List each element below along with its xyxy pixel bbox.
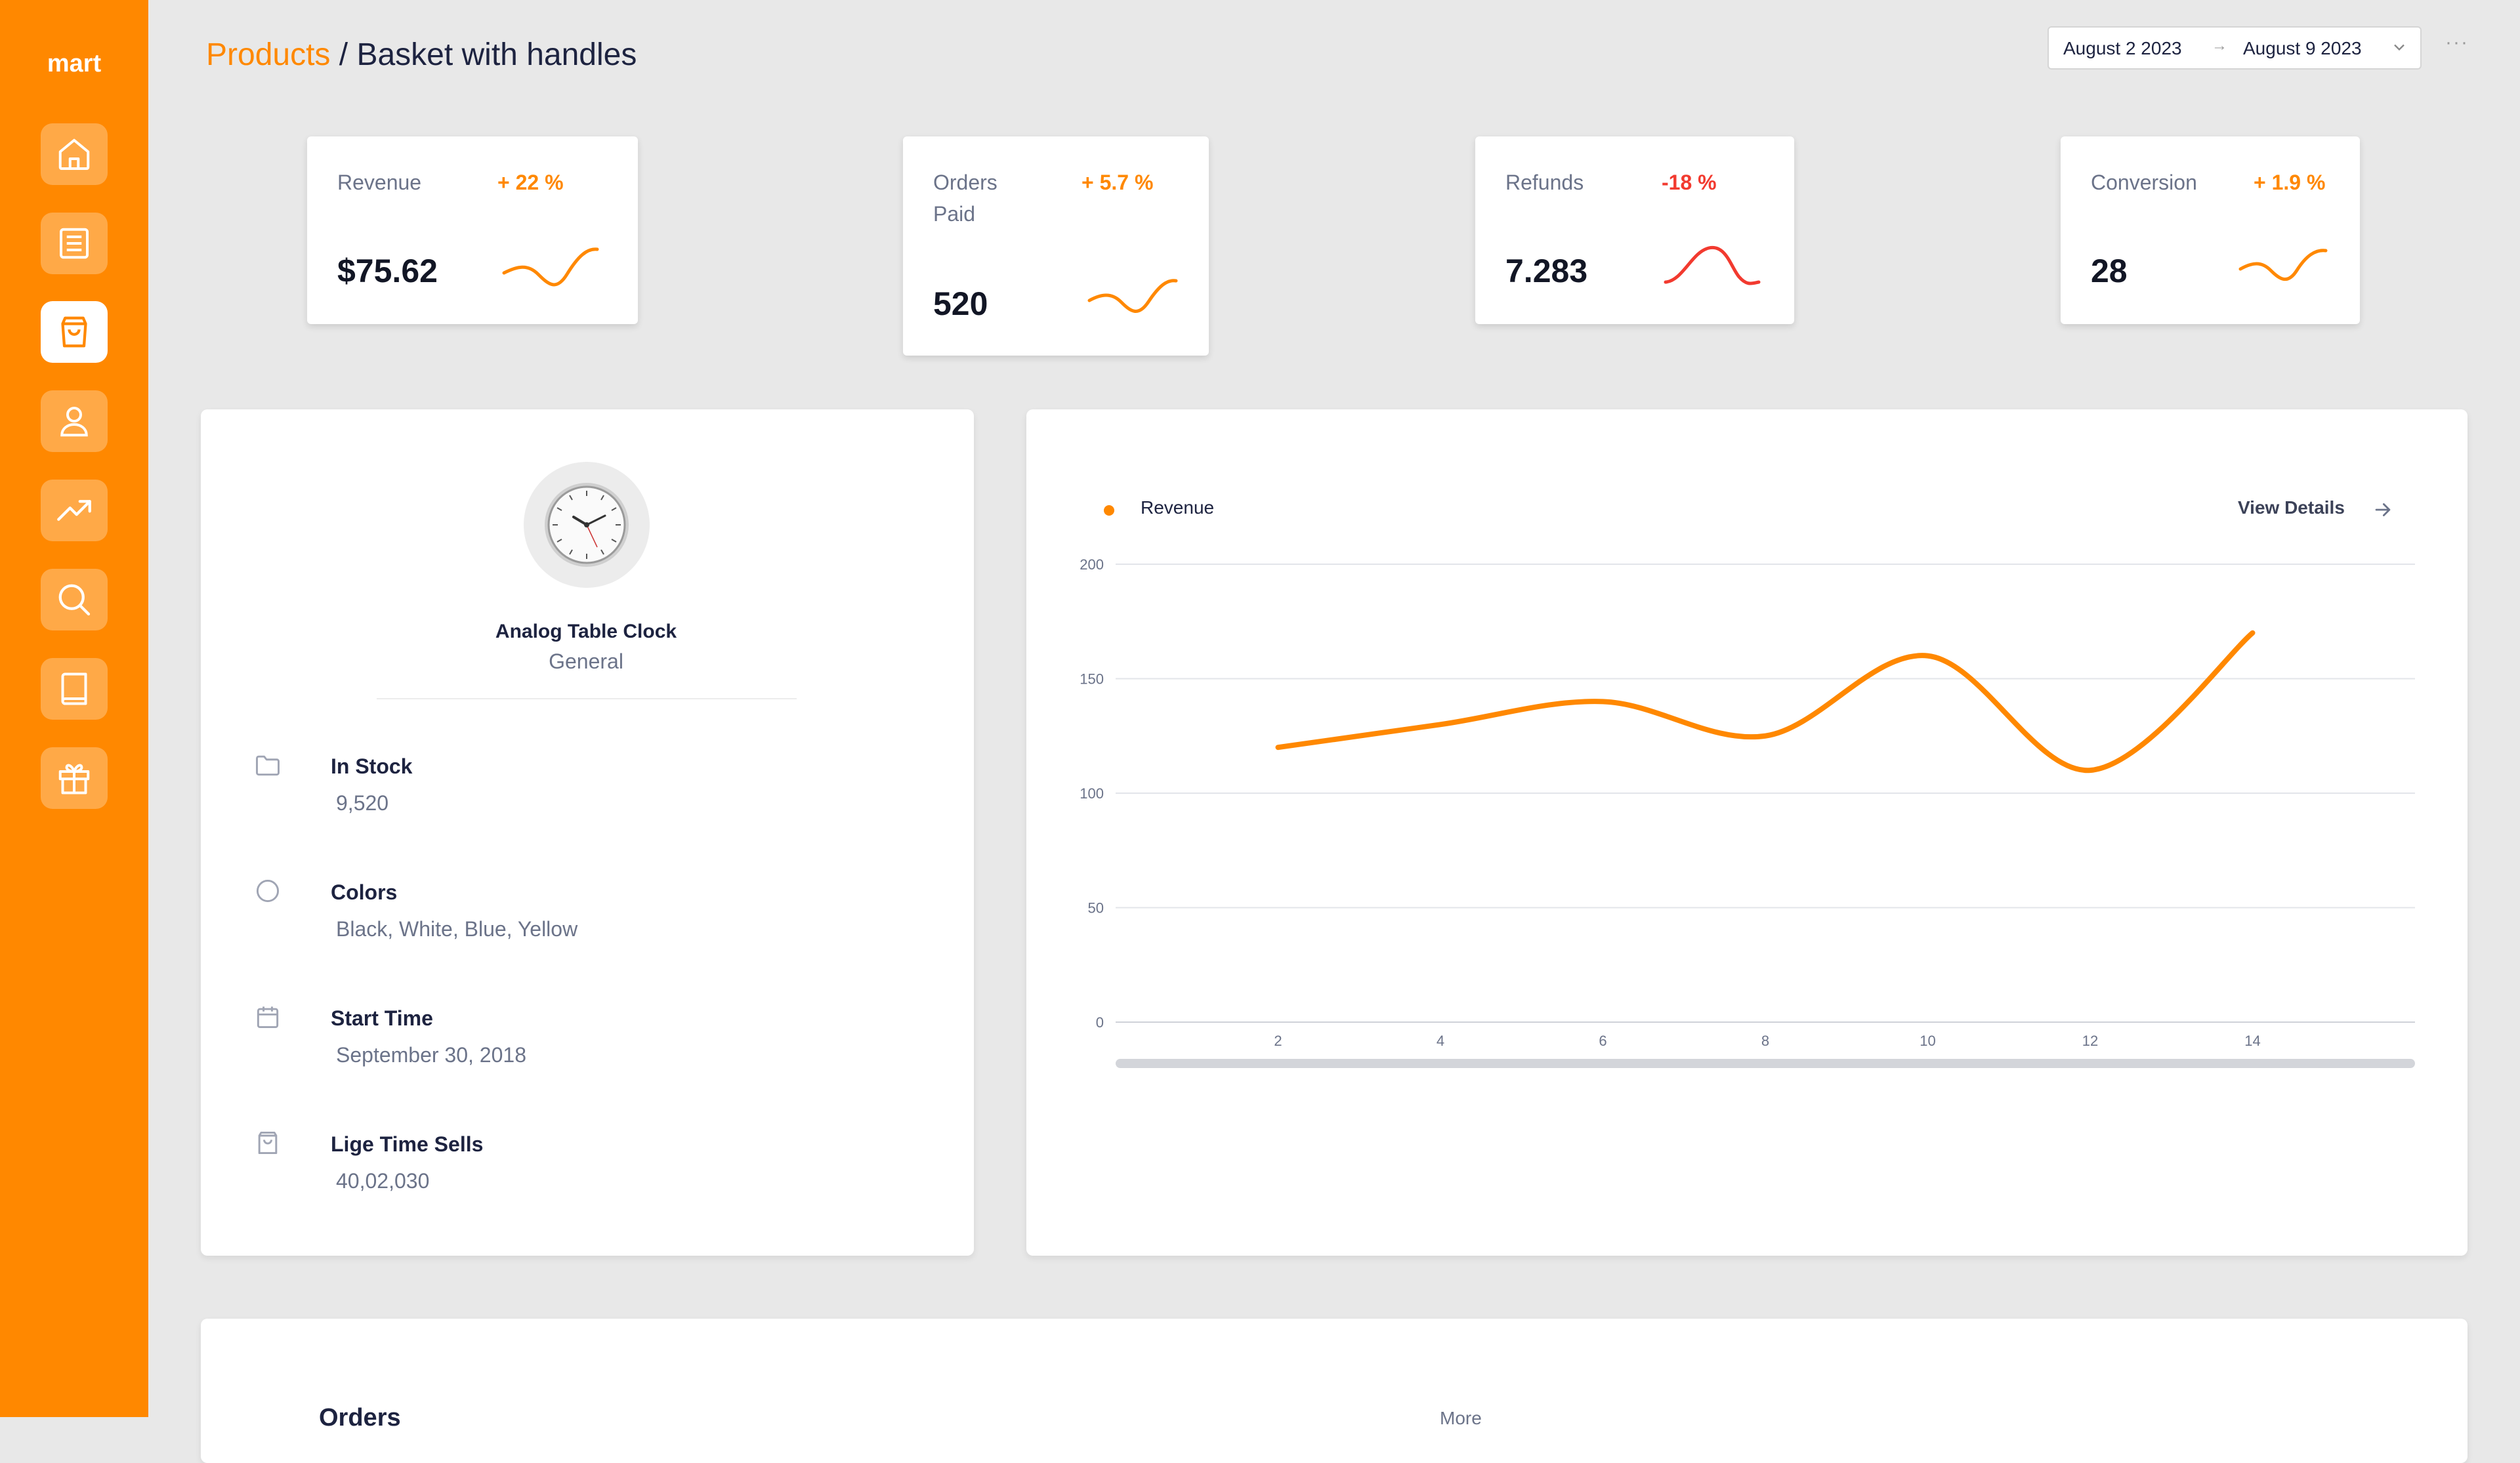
kpi-label: Refunds — [1505, 171, 1584, 194]
x-tick-label: 4 — [1437, 1033, 1444, 1049]
orders-sparkline — [1087, 279, 1178, 313]
y-tick-label: 100 — [1080, 785, 1104, 802]
kpi-value: 520 — [933, 285, 988, 322]
kpi-value: $75.62 — [337, 253, 438, 289]
nav-gifts[interactable] — [41, 747, 108, 809]
orders-panel: Orders More — [201, 1319, 2468, 1463]
detail-label-in-stock: In Stock — [331, 754, 413, 778]
sidebar: mart — [0, 0, 148, 1417]
kpi-delta: -18 % — [1662, 171, 1717, 194]
breadcrumb-products-link[interactable]: Products — [206, 37, 330, 72]
detail-value-in-stock: 9,520 — [336, 791, 389, 815]
revenue-sparkline — [502, 247, 599, 287]
page-title: / Basket with handles — [339, 37, 637, 72]
nav-users[interactable] — [41, 390, 108, 452]
x-tick-label: 10 — [1920, 1033, 1935, 1049]
kpi-delta: + 5.7 % — [1082, 171, 1154, 194]
orders-more-link[interactable]: More — [1440, 1408, 1482, 1429]
y-tick-label: 50 — [1088, 900, 1104, 917]
product-image — [524, 462, 650, 588]
kpi-label: Revenue — [337, 171, 422, 194]
x-tick-label: 2 — [1274, 1033, 1282, 1049]
detail-label-life-time-sells: Lige Time Sells — [331, 1132, 484, 1156]
product-name: Analog Table Clock — [495, 621, 677, 642]
y-tick-label: 0 — [1096, 1014, 1104, 1031]
revenue-data-point — [1927, 655, 1928, 657]
x-tick-label: 8 — [1761, 1033, 1769, 1049]
book-icon — [61, 672, 87, 705]
detail-value-life-time-sells: 40,02,030 — [336, 1169, 430, 1193]
y-tick-label: 200 — [1080, 556, 1104, 573]
analog-clock-icon — [545, 483, 629, 567]
detail-value-colors: Black, White, Blue, Yellow — [336, 917, 578, 941]
nav-search[interactable] — [41, 569, 108, 630]
x-tick-label: 14 — [2244, 1033, 2260, 1049]
nav-analytics[interactable] — [41, 480, 108, 541]
orders-title: Orders — [319, 1404, 401, 1432]
kpi-card-refunds: Refunds -18 % 7.283 — [1475, 136, 1794, 324]
brand-logo: mart — [47, 50, 102, 77]
circle-icon — [256, 879, 280, 903]
revenue-data-point — [2252, 632, 2253, 634]
product-category: General — [549, 649, 623, 673]
x-tick-label: 12 — [2082, 1033, 2098, 1049]
kpi-card-revenue: Revenue + 22 % $75.62 — [307, 136, 638, 324]
nav-catalog[interactable] — [41, 658, 108, 720]
detail-label-colors: Colors — [331, 880, 398, 904]
date-range-picker[interactable]: August 2 2023 → August 9 2023 — [2048, 26, 2422, 70]
chart-scrollbar — [1116, 1059, 2415, 1068]
trending-up-icon — [57, 500, 91, 521]
revenue-chart-panel: Revenue View Details 0 50 100 150 200 2 4 6 8 10 1… — [1026, 409, 2468, 1256]
revenue-data-point — [2090, 770, 2091, 771]
kpi-card-orders: Orders Paid + 5.7 % 520 — [903, 136, 1209, 356]
kpi-label: Conversion — [2091, 171, 2197, 194]
kpi-delta: + 1.9 % — [2254, 171, 2326, 194]
home-icon — [58, 138, 90, 170]
folder-icon — [256, 755, 280, 776]
detail-label-start-time: Start Time — [331, 1006, 433, 1030]
gift-icon — [58, 764, 90, 794]
divider — [377, 698, 797, 699]
user-icon — [60, 407, 88, 437]
bag-icon — [258, 1131, 278, 1155]
x-tick-label: 6 — [1599, 1033, 1606, 1049]
revenue-series-line — [1275, 630, 2256, 773]
chevron-down-icon — [2394, 44, 2404, 51]
nav-home[interactable] — [41, 123, 108, 185]
kpi-label: Orders Paid — [933, 171, 998, 226]
y-tick-label: 150 — [1080, 671, 1104, 688]
breadcrumb: Products / Basket with handles — [206, 37, 637, 73]
nav-products[interactable] — [41, 301, 108, 363]
revenue-data-point — [1440, 724, 1441, 725]
more-menu-button[interactable]: ··· — [2445, 31, 2469, 54]
nav-documents[interactable] — [41, 213, 108, 274]
product-detail-panel: Analog Table Clock General In Stock 9,52… — [201, 409, 974, 1256]
kpi-card-conversion: Conversion + 1.9 % 28 — [2061, 136, 2360, 324]
date-end: August 9 2023 — [2243, 38, 2362, 58]
revenue-data-point — [1765, 735, 1766, 737]
document-icon — [60, 228, 89, 259]
search-icon — [58, 584, 91, 616]
revenue-line-chart: 0 50 100 150 200 2 4 6 8 10 12 14 — [1080, 556, 2415, 1068]
date-separator-arrow: → — [2212, 37, 2227, 54]
kpi-delta: + 22 % — [497, 171, 564, 194]
detail-value-start-time: September 30, 2018 — [336, 1043, 526, 1067]
kpi-value: 28 — [2091, 253, 2128, 289]
date-start: August 2 2023 — [2063, 38, 2182, 58]
refunds-sparkline — [1664, 245, 1761, 285]
calendar-icon — [257, 1006, 279, 1029]
shopping-bag-icon — [61, 316, 87, 348]
kpi-value: 7.283 — [1505, 253, 1588, 289]
conversion-sparkline — [2238, 249, 2328, 281]
